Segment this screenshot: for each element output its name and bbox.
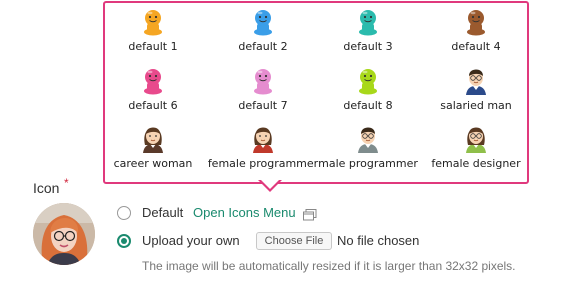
icon-option-default-6[interactable]: default 6 <box>99 67 207 125</box>
icon-option-default-4[interactable]: default 4 <box>422 8 530 66</box>
file-status: No file chosen <box>337 233 420 248</box>
icon-option-label: female designer <box>431 157 521 170</box>
required-mark: * <box>64 176 69 190</box>
default-option-label: Default <box>142 205 184 220</box>
male-programmer-icon <box>354 125 382 153</box>
default-radio[interactable] <box>117 206 131 220</box>
salaried-man-icon <box>462 67 490 95</box>
avatar <box>33 203 95 265</box>
icon-field-label: Icon <box>33 180 60 196</box>
default-avatar-icon <box>139 8 167 36</box>
icon-option-male-programmer[interactable]: male programmer <box>314 125 422 183</box>
icon-option-label: default 7 <box>238 99 288 112</box>
icon-option-career-woman[interactable]: career woman <box>99 125 207 183</box>
default-avatar-icon <box>249 8 277 36</box>
icon-option-default-1[interactable]: default 1 <box>99 8 207 66</box>
icon-option-label: salaried man <box>440 99 512 112</box>
window-icon[interactable] <box>303 208 317 221</box>
icon-option-label: default 8 <box>343 99 393 112</box>
icon-option-label: default 3 <box>343 40 393 53</box>
icon-option-female-programmer[interactable]: female programmer <box>207 125 319 183</box>
female-designer-icon <box>462 125 490 153</box>
female-programmer-icon <box>249 125 277 153</box>
icon-option-label: default 6 <box>128 99 178 112</box>
icon-option-default-8[interactable]: default 8 <box>314 67 422 125</box>
upload-radio[interactable] <box>117 234 131 248</box>
open-icons-menu-link[interactable]: Open Icons Menu <box>193 205 296 220</box>
icon-option-label: default 1 <box>128 40 178 53</box>
icon-option-salaried-man[interactable]: salaried man <box>422 67 530 125</box>
career-woman-icon <box>139 125 167 153</box>
default-avatar-icon <box>354 8 382 36</box>
icon-option-default-3[interactable]: default 3 <box>314 8 422 66</box>
icon-option-label: male programmer <box>318 157 418 170</box>
icon-option-label: female programmer <box>207 157 319 170</box>
icon-option-label: career woman <box>113 157 193 170</box>
icon-option-default-7[interactable]: default 7 <box>209 67 317 125</box>
default-avatar-icon <box>139 67 167 95</box>
icon-option-female-designer[interactable]: female designer <box>422 125 530 183</box>
icon-option-default-2[interactable]: default 2 <box>209 8 317 66</box>
default-avatar-icon <box>354 67 382 95</box>
icon-option-label: default 2 <box>238 40 288 53</box>
icon-option-label: default 4 <box>451 40 501 53</box>
default-avatar-icon <box>249 67 277 95</box>
upload-option-label: Upload your own <box>142 233 240 248</box>
resize-hint: The image will be automatically resized … <box>142 259 516 273</box>
choose-file-button[interactable]: Choose File <box>256 232 332 250</box>
default-avatar-icon <box>462 8 490 36</box>
